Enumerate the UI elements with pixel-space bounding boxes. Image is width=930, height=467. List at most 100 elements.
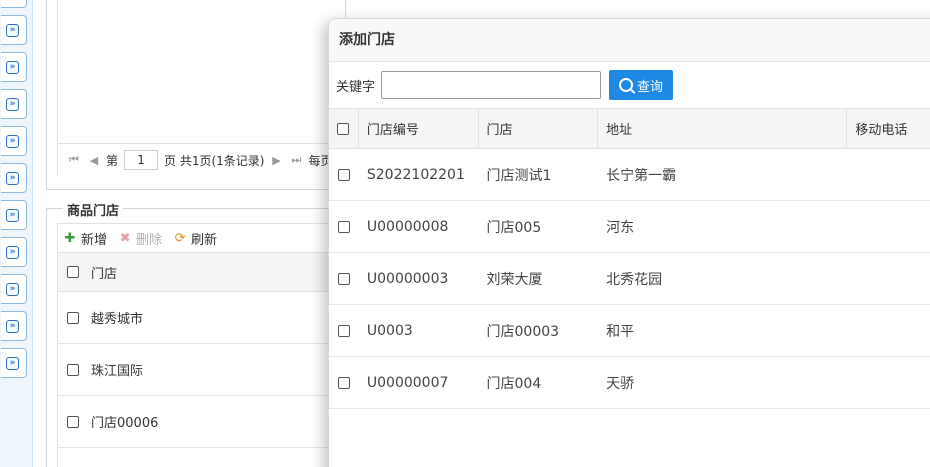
rail-button[interactable]: »	[1, 52, 27, 82]
goods-store-panel: 商品门店 ✚ 新增 ✖ 删除 ⟳ 刷新 门店 越秀城市 珠江国际 门店00006	[46, 200, 347, 467]
table-row[interactable]: U00000003 刘荣大厦 北秀花园	[329, 253, 930, 305]
query-label: 查询	[637, 79, 664, 95]
goods-table-header: 门店	[58, 252, 347, 292]
store-name: 门店004	[486, 375, 542, 392]
table-row[interactable]: S2022102201 门店测试1 长宁第一霸	[329, 149, 930, 201]
store-phone	[847, 149, 930, 200]
last-page-icon[interactable]: ⏭	[288, 153, 304, 167]
select-all-checkbox[interactable]	[337, 122, 350, 135]
row-checkbox[interactable]	[67, 311, 79, 324]
store-address: 长宁第一霸	[606, 167, 677, 184]
row-checkbox[interactable]	[337, 324, 350, 337]
table-row[interactable]: U0003 门店00003 和平	[329, 305, 930, 357]
row-checkbox[interactable]	[337, 272, 350, 285]
store-phone	[847, 201, 930, 252]
rail-button[interactable]: »	[1, 274, 27, 304]
expand-down-icon: »	[6, 135, 19, 148]
prev-page-icon[interactable]: ◀	[86, 154, 102, 167]
expand-down-icon: »	[6, 357, 19, 370]
add-icon: ✚	[64, 230, 76, 246]
page-number-input[interactable]: 1	[124, 150, 159, 170]
expand-down-icon: »	[6, 61, 19, 74]
rail-button[interactable]: »	[1, 200, 27, 230]
add-store-dialog: 添加门店 关键字 查询 门店编号 门店 地址 移动电话 S2022102201 …	[328, 18, 930, 467]
top-grid-area	[57, 0, 347, 144]
rail-button[interactable]: »	[1, 15, 27, 45]
store-code: U00000007	[366, 374, 449, 391]
header-checkbox-cell	[329, 109, 359, 148]
left-rail: » » » » » » » » » » »	[0, 0, 33, 467]
column-header-address[interactable]: 地址	[598, 109, 848, 148]
store-name: 刘荣大厦	[486, 271, 543, 288]
rail-button[interactable]: »	[1, 0, 27, 8]
store-name: 门店005	[486, 219, 542, 236]
table-row[interactable]: U00000007 门店004 天骄	[329, 357, 930, 409]
keyword-label: 关键字	[336, 79, 376, 95]
goods-store-title: 商品门店	[63, 200, 124, 219]
delete-label: 删除	[136, 232, 163, 248]
rail-button[interactable]: »	[1, 237, 27, 267]
row-checkbox-cell	[329, 357, 359, 408]
table-row[interactable]: 珠江国际	[58, 344, 347, 396]
table-row[interactable]: 门店00006	[58, 396, 347, 448]
expand-down-icon: »	[6, 246, 19, 259]
pager: ⏮ ◀ 第 1 页 共1页(1条记录) ▶ ⏭ 每页	[57, 144, 347, 176]
refresh-button[interactable]: ⟳ 刷新	[172, 229, 217, 248]
row-checkbox-cell	[329, 149, 359, 200]
rail-button[interactable]: »	[1, 163, 27, 193]
row-checkbox-cell	[329, 201, 359, 252]
store-table-header: 门店编号 门店 地址 移动电话	[329, 108, 930, 149]
add-button[interactable]: ✚ 新增	[62, 229, 107, 248]
goods-toolbar: ✚ 新增 ✖ 删除 ⟳ 刷新	[58, 224, 347, 252]
store-phone	[847, 253, 930, 304]
row-checkbox-cell	[329, 305, 359, 356]
column-header-store[interactable]: 门店	[479, 109, 599, 148]
row-checkbox-cell	[329, 253, 359, 304]
store-address: 天骄	[606, 375, 635, 392]
search-icon	[619, 78, 633, 92]
column-header-store: 门店	[91, 266, 118, 282]
expand-down-icon: »	[6, 98, 19, 111]
store-code: U0003	[366, 322, 413, 339]
refresh-label: 刷新	[191, 232, 218, 248]
first-page-icon[interactable]: ⏮	[66, 153, 82, 167]
delete-icon: ✖	[119, 230, 131, 246]
store-phone	[847, 305, 930, 356]
rail-button[interactable]: »	[1, 126, 27, 156]
table-row[interactable]: 越秀城市	[58, 292, 347, 344]
goods-store-grid: ✚ 新增 ✖ 删除 ⟳ 刷新 门店 越秀城市 珠江国际 门店00006	[57, 223, 347, 467]
store-name: 门店00006	[91, 416, 159, 431]
expand-down-icon: »	[6, 283, 19, 296]
store-code: S2022102201	[366, 166, 465, 183]
store-name: 门店00003	[486, 323, 560, 340]
row-checkbox[interactable]	[67, 363, 79, 376]
rail-button[interactable]: »	[1, 89, 27, 119]
keyword-input[interactable]	[381, 71, 602, 99]
row-checkbox[interactable]	[337, 168, 350, 181]
expand-down-icon: »	[6, 172, 19, 185]
top-panel: ⏮ ◀ 第 1 页 共1页(1条记录) ▶ ⏭ 每页	[46, 0, 347, 190]
rail-button[interactable]: »	[1, 311, 27, 341]
column-header-phone[interactable]: 移动电话	[847, 109, 930, 148]
select-all-checkbox[interactable]	[67, 266, 79, 278]
row-checkbox[interactable]	[337, 376, 350, 389]
page-info: 页 共1页(1条记录)	[164, 153, 265, 168]
expand-down-icon: »	[6, 24, 19, 37]
refresh-icon: ⟳	[174, 230, 186, 246]
query-button[interactable]: 查询	[609, 70, 674, 100]
store-code: U00000003	[366, 270, 449, 287]
store-code: U00000008	[366, 218, 449, 235]
expand-down-icon: »	[6, 320, 19, 333]
next-page-icon[interactable]: ▶	[268, 154, 284, 167]
column-header-code[interactable]: 门店编号	[359, 109, 479, 148]
delete-button[interactable]: ✖ 删除	[117, 229, 162, 248]
row-checkbox[interactable]	[337, 220, 350, 233]
expand-down-icon: »	[6, 209, 19, 222]
table-row[interactable]: U00000008 门店005 河东	[329, 201, 930, 253]
store-address: 和平	[606, 323, 635, 340]
dialog-title: 添加门店	[329, 19, 930, 62]
add-label: 新增	[81, 232, 108, 248]
store-phone	[847, 357, 930, 408]
row-checkbox[interactable]	[67, 415, 79, 428]
rail-button[interactable]: »	[1, 348, 27, 378]
